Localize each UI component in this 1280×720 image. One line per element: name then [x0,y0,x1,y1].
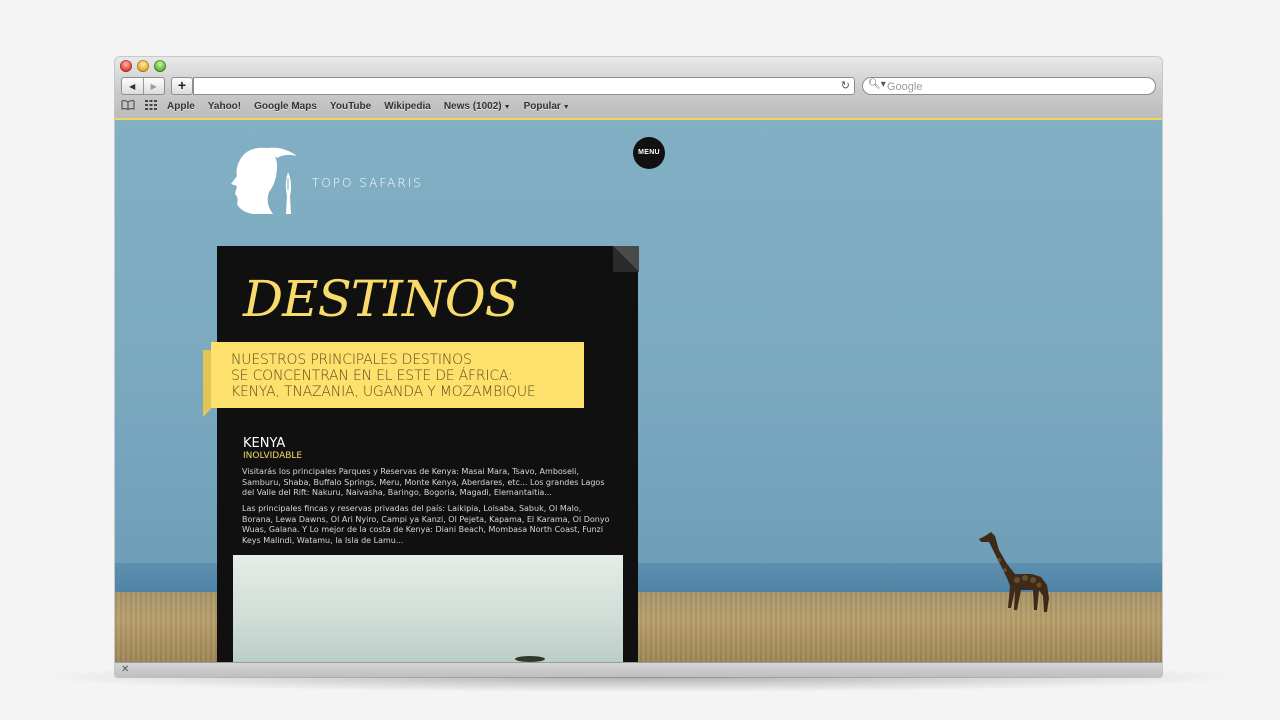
chevron-down-icon: ▼ [503,103,511,111]
panel-fold-shadow [613,246,639,272]
history-nav: ◀ ▶ [121,77,165,95]
web-page: TOPO SAFARIS MENU DESTINOS NUESTROS PRIN… [115,120,1162,662]
bookmark-wikipedia[interactable]: Wikipedia [384,101,431,112]
bookmark-popular-menu[interactable]: Popular ▼ [524,101,570,112]
search-input[interactable] [885,79,1149,94]
browser-window: ◀ ▶ + ↻ 🔍︎▾ Apple Yahoo! Google Maps You… [115,57,1162,677]
status-bar: ✕ [115,662,1162,677]
intro-line: SE CONCENTRAN EN EL ESTE DE ÁFRICA: [231,368,513,384]
zoom-window-button[interactable] [154,60,166,72]
back-arrow-icon[interactable]: ◀ [122,78,143,94]
book-icon[interactable] [121,99,135,113]
address-input[interactable] [198,80,832,96]
browser-toolbar: ◀ ▶ + ↻ 🔍︎▾ Apple Yahoo! Google Maps You… [115,57,1162,119]
bookmark-news-label: News (1002) [443,100,502,112]
close-window-button[interactable] [120,60,132,72]
kenya-reserves-paragraph: Las principales fincas y reservas privad… [242,504,610,545]
ribbon-fold [203,350,211,417]
bookmark-youtube[interactable]: YouTube [330,101,371,112]
forward-arrow-icon[interactable]: ▶ [142,78,165,94]
bookmark-popular-label: Popular [523,100,561,112]
kenya-tagline: INOLVIDABLE [243,451,303,461]
bookmark-news-menu[interactable]: News (1002) ▼ [444,101,511,112]
kenya-photo [233,555,623,662]
giraffe-image [979,532,1049,612]
kenya-heading: KENYA [243,436,286,451]
address-bar: ↻ [193,77,855,96]
minimize-window-button[interactable] [137,60,149,72]
search-bar: 🔍︎▾ [862,77,1156,95]
kenya-parks-paragraph: Visitarás los principales Parques y Rese… [242,467,605,497]
page-title: DESTINOS [243,270,519,328]
bookmark-yahoo[interactable]: Yahoo! [208,101,241,112]
chevron-down-icon: ▼ [562,103,570,111]
brand-name: TOPO SAFARIS [312,176,423,190]
intro-line: KENYA, TNAZANIA, UGANDA Y MOZAMBIQUE [231,384,536,400]
window-controls [120,60,166,72]
intro-line: NUESTROS PRINCIPALES DESTINOS [231,352,472,368]
magnifier-icon[interactable]: 🔍︎▾ [868,79,886,90]
bookmarks-bar: Apple Yahoo! Google Maps YouTube Wikiped… [121,98,583,114]
acacia-tree-image [515,656,545,662]
plus-icon[interactable]: + [171,77,193,95]
intro-text: NUESTROS PRINCIPALES DESTINOS SE CONCENT… [231,352,571,400]
bookmark-google-maps[interactable]: Google Maps [254,101,317,112]
topo-safaris-logo[interactable] [227,144,301,216]
menu-button[interactable]: MENU [633,137,665,169]
grid-icon[interactable] [145,99,157,113]
bookmark-apple[interactable]: Apple [167,101,195,112]
close-icon[interactable]: ✕ [121,663,129,677]
reload-icon[interactable]: ↻ [841,78,850,94]
